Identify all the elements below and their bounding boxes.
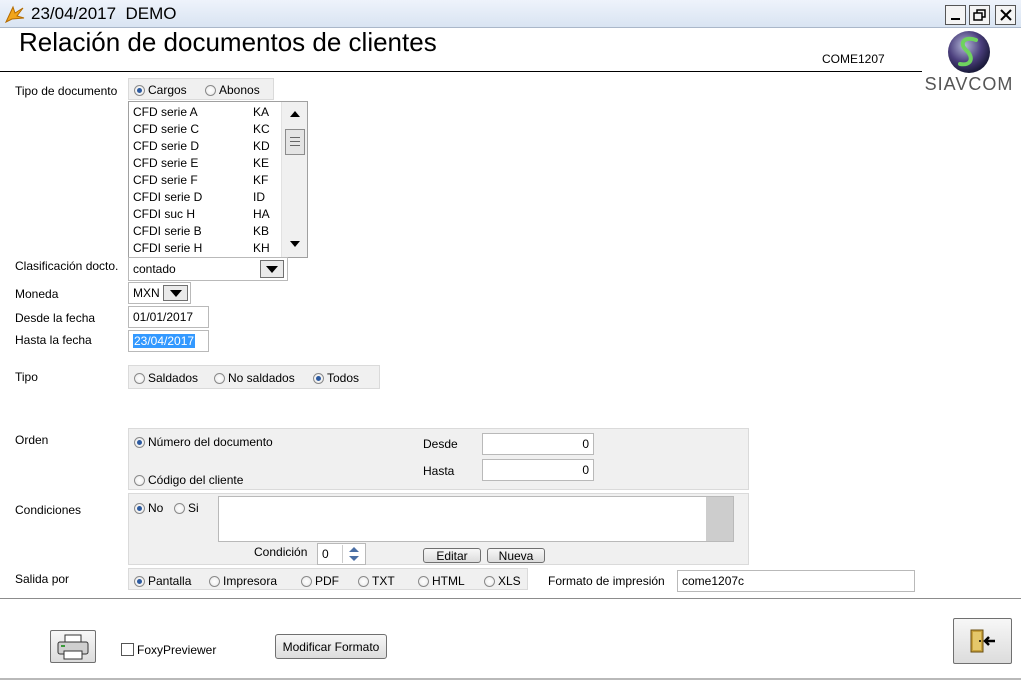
tipo-label: Tipo: [15, 370, 38, 384]
modificar-formato-button[interactable]: Modificar Formato: [275, 634, 387, 659]
print-button[interactable]: [50, 630, 96, 663]
moneda-select[interactable]: MXN: [128, 282, 191, 304]
condiciones-textarea[interactable]: [218, 496, 734, 542]
condiciones-group: No Si Condición 0 Editar Nueva: [128, 493, 749, 565]
clasificacion-label: Clasificación docto.: [15, 259, 119, 273]
formato-impresion-input[interactable]: come1207c: [677, 570, 915, 592]
radio-codigo-cliente[interactable]: Código del cliente: [134, 473, 243, 487]
formato-impresion-label: Formato de impresión: [548, 574, 665, 588]
salida-label: Salida por: [15, 572, 70, 586]
radio-no-saldados[interactable]: No saldados: [214, 371, 295, 385]
window-title: 23/04/2017 DEMO: [31, 4, 177, 23]
radio-cargos[interactable]: Cargos: [134, 83, 187, 97]
radio-saldados[interactable]: Saldados: [134, 371, 198, 385]
orden-desde-input[interactable]: 0: [482, 433, 594, 455]
orden-hasta-input[interactable]: 0: [482, 459, 594, 481]
radio-todos[interactable]: Todos: [313, 371, 359, 385]
moneda-label: Moneda: [15, 287, 59, 301]
list-item[interactable]: CFDI suc H HA: [133, 207, 270, 224]
spinner-arrows-icon[interactable]: [343, 545, 365, 563]
radio-pantalla[interactable]: Pantalla: [134, 574, 191, 588]
radio-dot-icon: [134, 84, 145, 96]
list-item[interactable]: CFD serie D KD: [133, 139, 270, 156]
scroll-up-icon[interactable]: [290, 111, 300, 117]
list-item[interactable]: CFD serie C KC: [133, 122, 270, 139]
radio-xls[interactable]: XLS: [484, 574, 521, 588]
scroll-down-icon[interactable]: [290, 241, 300, 247]
radio-dot-icon: [134, 436, 145, 448]
exit-button[interactable]: [953, 618, 1012, 664]
scroll-thumb[interactable]: [285, 129, 305, 155]
list-item[interactable]: CFDI serie B KB: [133, 224, 269, 241]
hasta-fecha-input[interactable]: 23/04/2017: [128, 330, 209, 352]
radio-dot-icon: [209, 575, 220, 587]
radio-dot-icon: [134, 502, 145, 514]
footer-divider: [0, 598, 1021, 599]
list-item[interactable]: CFD serie F KF: [133, 173, 268, 190]
list-item[interactable]: CFD serie E KE: [133, 156, 269, 173]
siavcom-logo: SIAVCOM: [922, 30, 1016, 100]
radio-dot-icon: [214, 372, 225, 384]
radio-txt[interactable]: TXT: [358, 574, 395, 588]
orden-group: Número del documento Código del cliente …: [128, 428, 749, 490]
printer-icon: [57, 634, 89, 659]
radio-condiciones-no[interactable]: No: [134, 501, 163, 515]
clasificacion-select[interactable]: contado: [128, 257, 288, 281]
restore-icon: [973, 9, 986, 21]
desde-fecha-input[interactable]: 01/01/2017: [128, 306, 209, 328]
foxy-label: FoxyPreviewer: [137, 643, 217, 657]
minimize-icon: [951, 18, 960, 20]
radio-dot-icon: [134, 474, 145, 486]
editar-button[interactable]: Editar: [423, 548, 481, 563]
radio-html[interactable]: HTML: [418, 574, 465, 588]
salida-radio-group: Pantalla Impresora PDF TXT HTML XLS: [128, 568, 528, 590]
condicion-label: Condición: [254, 545, 308, 559]
radio-dot-icon: [134, 372, 145, 384]
condicion-spinner[interactable]: 0: [317, 543, 366, 565]
list-item[interactable]: CFDI serie H KH: [133, 241, 270, 258]
textarea-scrollbar[interactable]: [706, 497, 733, 541]
radio-dot-icon: [174, 502, 185, 514]
restore-button[interactable]: [969, 5, 990, 25]
nueva-button[interactable]: Nueva: [487, 548, 545, 563]
foxy-checkbox[interactable]: [121, 643, 134, 656]
tipo-radio-group: Saldados No saldados Todos: [128, 365, 380, 389]
desde-fecha-label: Desde la fecha: [15, 311, 96, 325]
document-type-list[interactable]: CFD serie A KA CFD serie C KC CFD serie DK…: [128, 101, 308, 258]
close-icon: [999, 9, 1012, 21]
logo-text: SIAVCOM: [924, 74, 1014, 94]
radio-abonos[interactable]: Abonos: [205, 83, 260, 97]
list-item[interactable]: CFDI serie D ID: [133, 190, 265, 207]
radio-dot-icon: [301, 575, 312, 587]
exit-door-icon: [970, 629, 995, 653]
orden-hasta-label: Hasta: [423, 464, 455, 478]
app-icon: [4, 4, 26, 24]
tipo-documento-radio-group: Cargos Abonos: [128, 78, 274, 100]
radio-impresora[interactable]: Impresora: [209, 574, 277, 588]
radio-condiciones-si[interactable]: Si: [174, 501, 199, 515]
radio-dot-icon: [205, 84, 216, 96]
orden-label: Orden: [15, 433, 49, 447]
header-divider: [0, 71, 922, 72]
radio-dot-icon: [358, 575, 369, 587]
close-button[interactable]: [995, 5, 1016, 25]
page-title: Relación de documentos de clientes: [19, 27, 437, 57]
radio-numero-documento[interactable]: Número del documento: [134, 435, 273, 449]
radio-dot-icon: [484, 575, 495, 587]
list-item[interactable]: CFD serie A KA: [133, 105, 269, 122]
orden-desde-label: Desde: [423, 437, 458, 451]
condiciones-label: Condiciones: [15, 503, 82, 517]
hasta-fecha-label: Hasta la fecha: [15, 333, 92, 347]
list-scrollbar[interactable]: [281, 102, 307, 257]
radio-pdf[interactable]: PDF: [301, 574, 339, 588]
chevron-down-icon[interactable]: [163, 285, 188, 301]
chevron-down-icon[interactable]: [260, 260, 284, 278]
radio-dot-icon: [134, 575, 145, 587]
form-code: COME1207: [822, 52, 885, 66]
radio-dot-icon: [418, 575, 429, 587]
radio-dot-icon: [313, 372, 324, 384]
minimize-button[interactable]: [945, 5, 966, 25]
tipo-documento-label: Tipo de documento: [15, 84, 118, 98]
